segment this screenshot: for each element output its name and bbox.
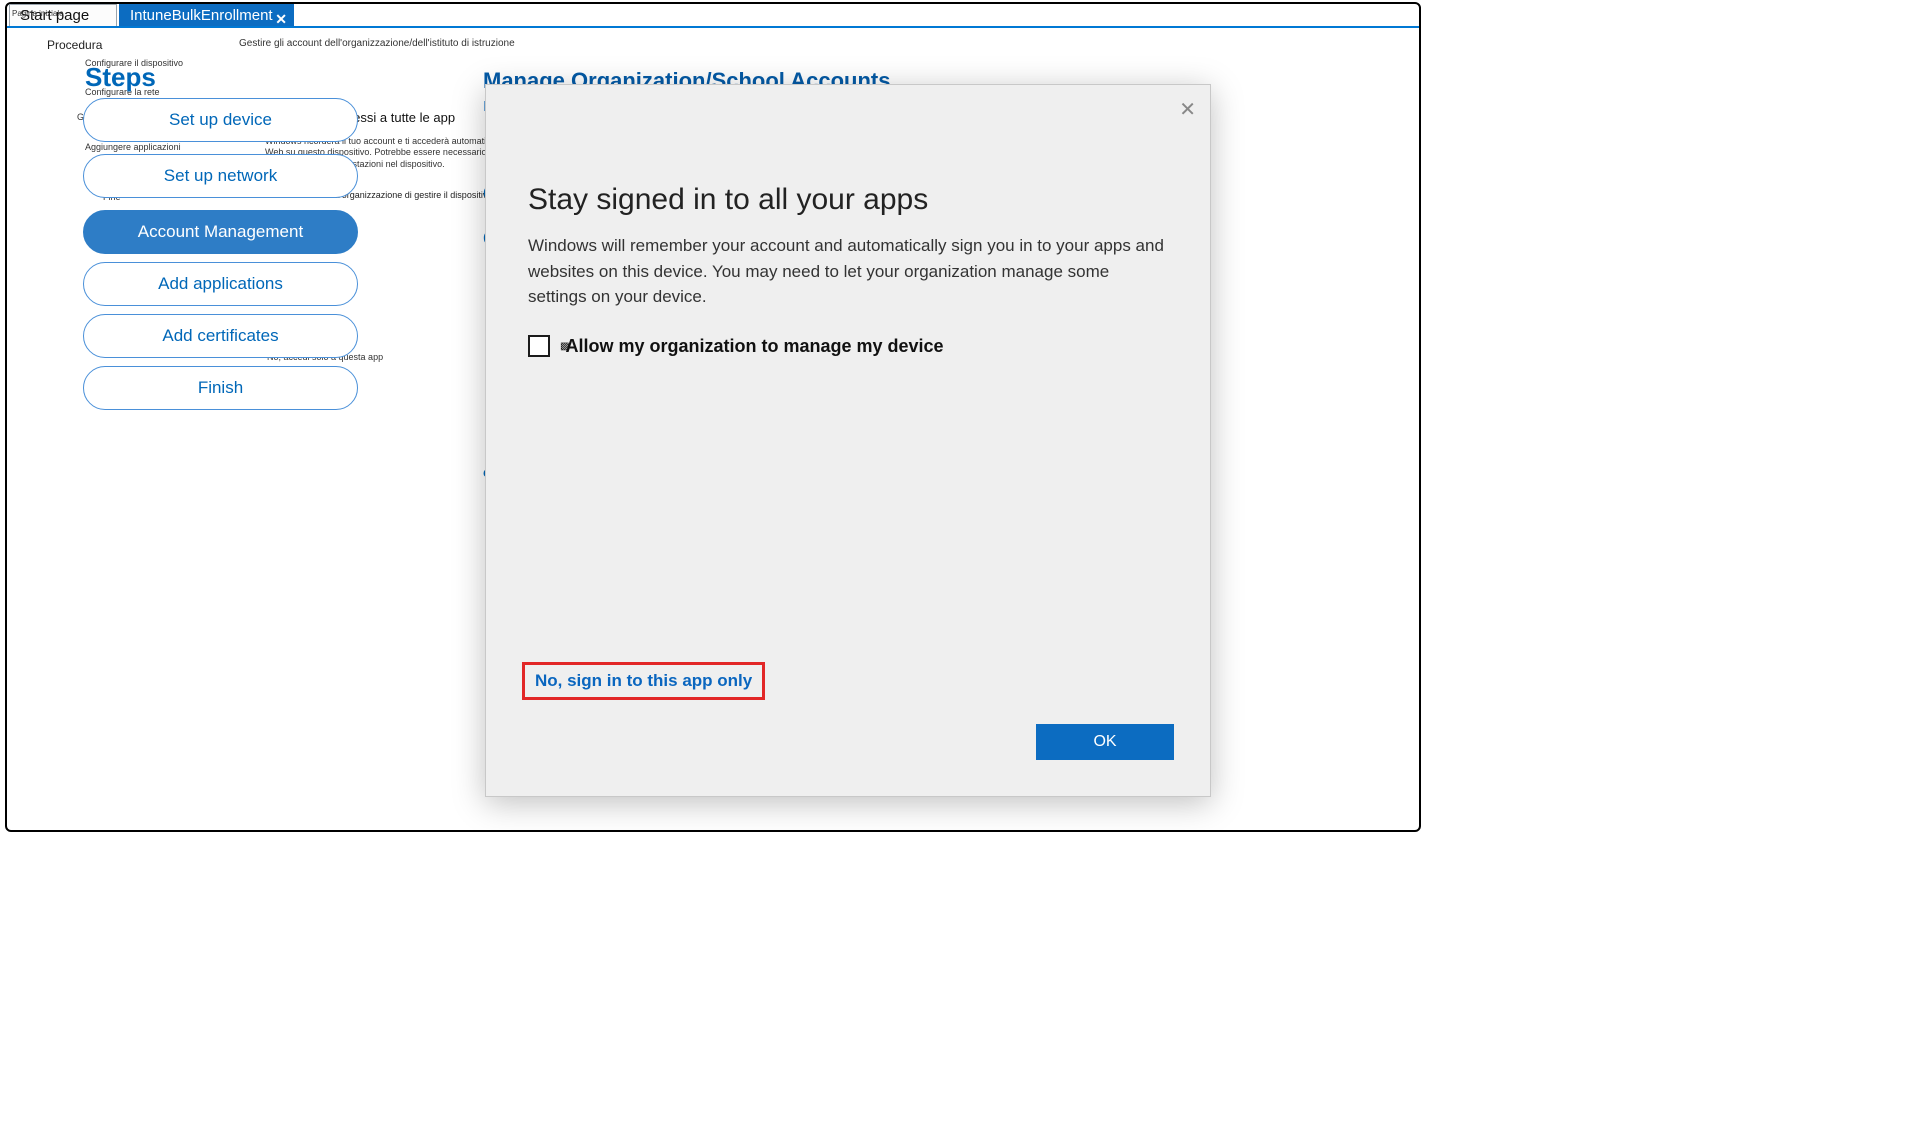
step-label: Set up network [164, 166, 277, 186]
dialog-title: Stay signed in to all your apps [528, 183, 928, 217]
step-add-applications[interactable]: Add applications [83, 262, 358, 306]
allow-manage-label: Allow my organization to manage my devic… [565, 336, 943, 357]
close-icon[interactable]: ✕ [1179, 97, 1196, 122]
step-label: Finish [198, 378, 243, 398]
steps-heading: Steps [85, 62, 156, 93]
bg-add-app: Aggiungere applicazioni [85, 142, 181, 152]
tab-intune-label: IntuneBulkEnrollment [130, 7, 273, 24]
stay-signed-in-dialog: ✕ Stay signed in to all your apps Window… [485, 84, 1211, 797]
step-account-management[interactable]: Account Management [83, 210, 358, 254]
dialog-body: Windows will remember your account and a… [528, 233, 1168, 310]
checkbox-icon[interactable] [528, 335, 550, 357]
step-setup-device[interactable]: Set up device [83, 98, 358, 142]
step-label: Add applications [158, 274, 283, 294]
procedura-label: Procedura [47, 38, 102, 52]
step-label: Add certificates [162, 326, 278, 346]
tab-strip: Pagina iniziale Start page IntuneBulkEnr… [7, 4, 1419, 28]
tab-intune[interactable]: IntuneBulkEnrollment ✕ [119, 4, 294, 26]
ok-label: OK [1093, 733, 1116, 750]
sign-in-this-app-only-link[interactable]: No, sign in to this app only [522, 662, 765, 700]
step-add-certificates[interactable]: Add certificates [83, 314, 358, 358]
tab-start-page[interactable]: Pagina iniziale Start page [9, 4, 117, 26]
step-setup-network[interactable]: Set up network [83, 154, 358, 198]
tab-start-tiny: Pagina iniziale [12, 3, 64, 25]
ok-button[interactable]: OK [1036, 724, 1174, 760]
step-label: Account Management [138, 222, 303, 242]
close-icon[interactable]: ✕ [275, 8, 287, 30]
allow-manage-row[interactable]: ▩ Allow my organization to manage my dev… [528, 335, 944, 357]
step-finish[interactable]: Finish [83, 366, 358, 410]
link-only-label: No, sign in to this app only [535, 671, 752, 690]
bg-subtitle: Gestire gli account dell'organizzazione/… [239, 38, 515, 49]
window-frame: Pagina iniziale Start page IntuneBulkEnr… [5, 2, 1421, 832]
step-label: Set up device [169, 110, 272, 130]
